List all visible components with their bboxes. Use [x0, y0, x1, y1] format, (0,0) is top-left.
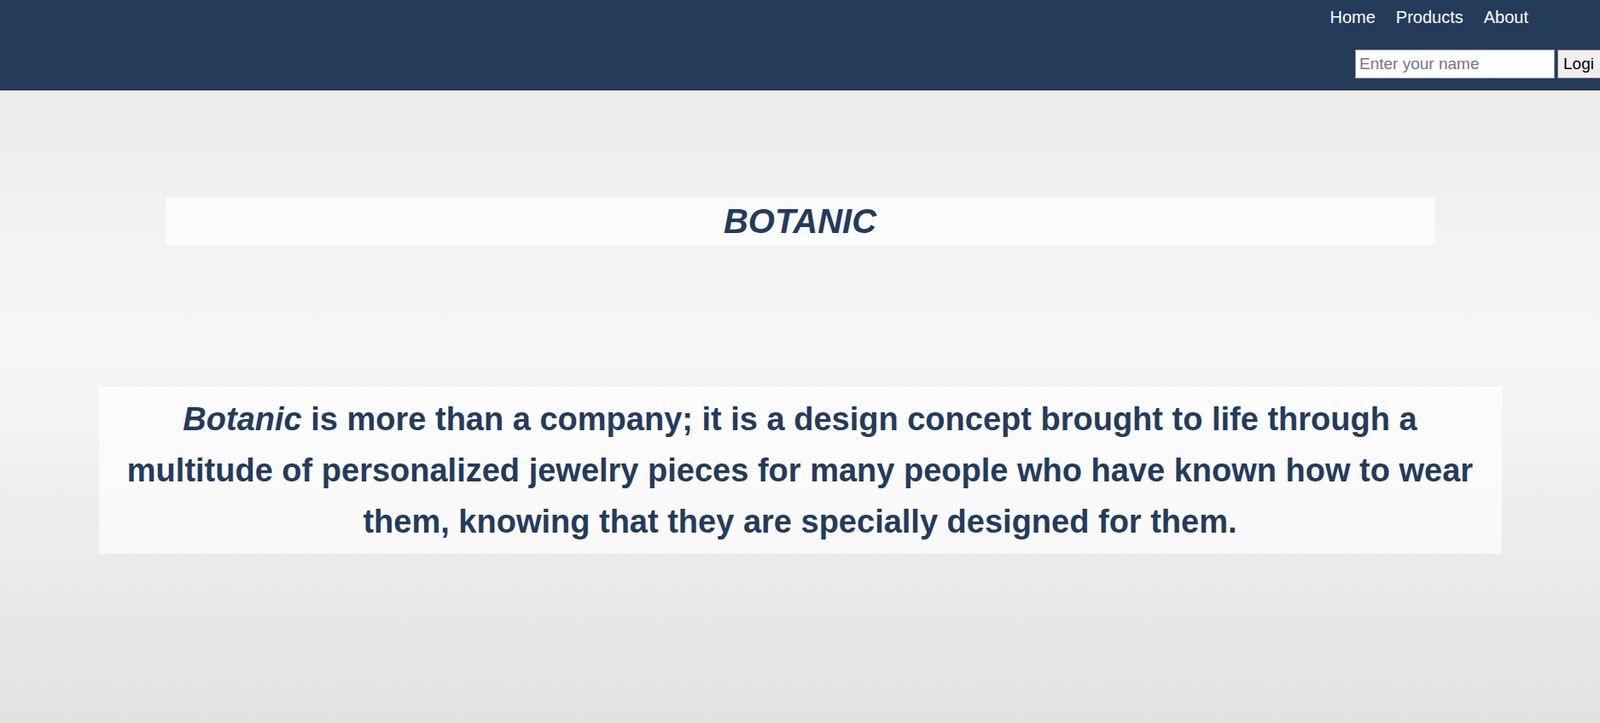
login-button[interactable]: Logi: [1557, 49, 1600, 79]
paragraph-band: Botanic is more than a company; it is a …: [98, 386, 1502, 554]
paragraph-text: is more than a company; it is a design c…: [127, 401, 1483, 540]
hero-section: BOTANIC Botanic is more than a company; i…: [0, 90, 1600, 723]
nav-bar: Home Products About: [1329, 0, 1600, 28]
nav-link[interactable]: Products: [1396, 6, 1464, 28]
header: Home Products About Logi: [0, 0, 1600, 91]
nav-link[interactable]: Home: [1329, 6, 1375, 28]
login-button-label: Logi: [1563, 54, 1595, 73]
nav-link[interactable]: About: [1483, 6, 1529, 28]
title-band: BOTANIC: [165, 197, 1436, 245]
hero-title: BOTANIC: [723, 200, 877, 242]
name-input[interactable]: [1355, 49, 1555, 79]
brand-name: Botanic: [182, 401, 302, 437]
hero-paragraph: Botanic is more than a company; it is a …: [107, 393, 1494, 547]
login-form: Logi: [0, 49, 1600, 79]
